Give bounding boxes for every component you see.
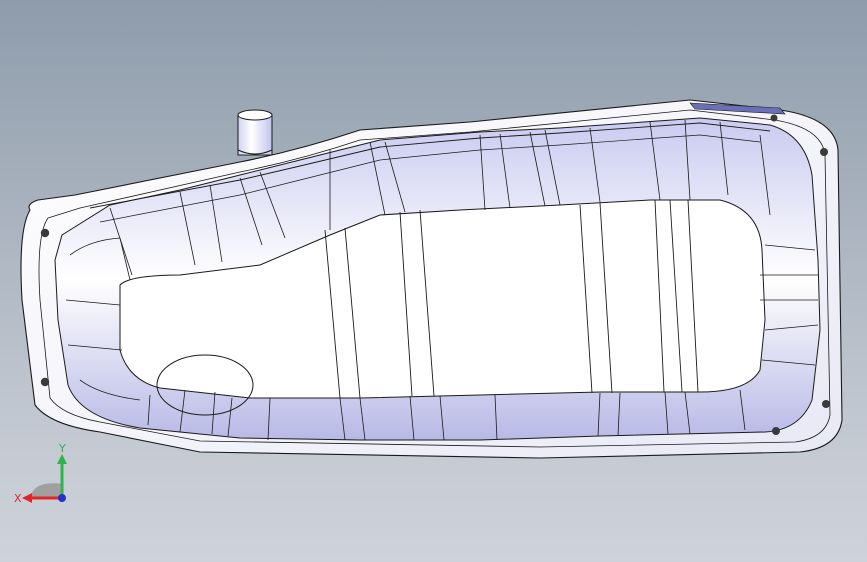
- oil-pan-model[interactable]: [0, 0, 867, 562]
- graphics-viewport[interactable]: Y X: [0, 0, 867, 562]
- reference-triad: Y X: [14, 442, 67, 505]
- triad-plane: [30, 483, 62, 498]
- filler-neck: [237, 109, 273, 156]
- y-axis-arrow: [57, 454, 67, 464]
- y-axis-label: Y: [58, 442, 66, 455]
- z-axis-point: [58, 494, 66, 502]
- x-axis-arrow: [22, 493, 32, 503]
- x-axis-label: X: [14, 492, 22, 505]
